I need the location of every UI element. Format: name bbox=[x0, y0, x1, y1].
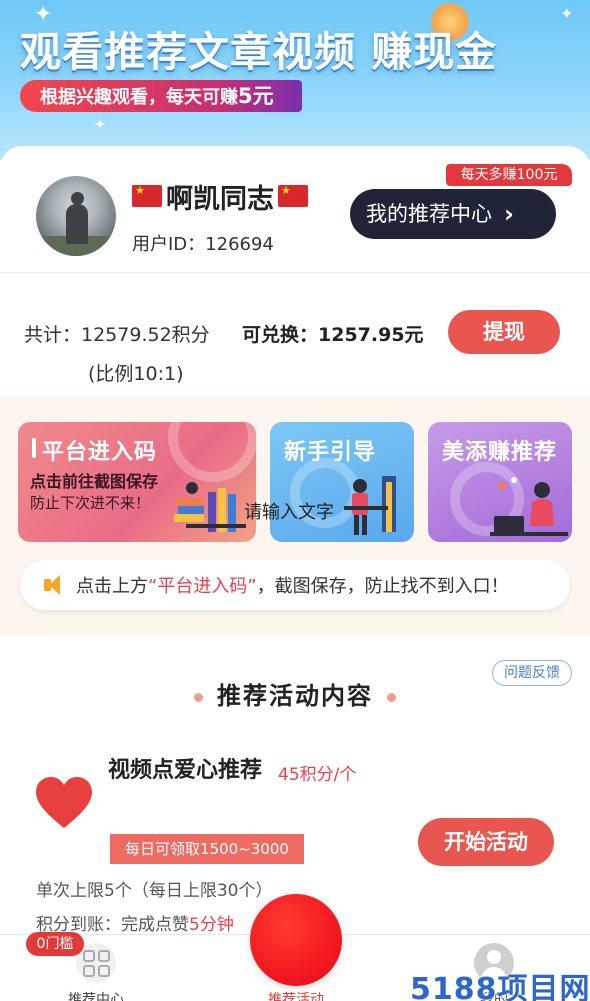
notice-highlight: “平台进入码” bbox=[148, 576, 257, 597]
platform-code-tile[interactable]: 平台进入码 点击前往截图保存 防止下次进不来！ bbox=[18, 422, 256, 542]
withdraw-button[interactable]: 提现 bbox=[448, 310, 560, 354]
banner-subtitle-text: 根据兴趣观看，每天可赚 bbox=[40, 87, 238, 108]
sparkle-icon: ✦ bbox=[94, 117, 106, 133]
banner-title: 观看推荐文章视频 赚现金 bbox=[20, 28, 498, 76]
user-card: 啊凯同志 用户ID：126694 每天多赚100元 我的推荐中心 › 共计：12… bbox=[0, 146, 590, 396]
chevron-right-icon: › bbox=[504, 200, 514, 228]
reading-person-illustration bbox=[344, 476, 396, 535]
avatar[interactable] bbox=[36, 176, 116, 256]
section-title-text: 推荐活动内容 bbox=[217, 682, 373, 710]
user-name: 啊凯同志 bbox=[166, 183, 274, 215]
exchange-amount: 可兑换：1257.95元 bbox=[242, 324, 424, 346]
banner-subtitle-amount: 5元 bbox=[238, 84, 274, 108]
nav-label: 推荐活动 bbox=[268, 992, 324, 1001]
start-activity-button[interactable]: 开始活动 bbox=[418, 818, 554, 866]
dot-icon bbox=[387, 692, 396, 702]
recommend-center-button[interactable]: 我的推荐中心 › bbox=[350, 189, 556, 239]
limit-text: 单次上限5个（每日上限30个） bbox=[36, 881, 273, 901]
platform-code-line1: 点击前往截图保存 bbox=[30, 472, 159, 491]
top-banner: ✦ ✦ ✦ 观看推荐文章视频 赚现金 根据兴趣观看，每天可赚5元 bbox=[0, 0, 590, 160]
title-bar-marker bbox=[32, 438, 36, 458]
input-placeholder-text: 请输入文字 bbox=[244, 502, 334, 523]
activity-points: 45积分/个 bbox=[278, 765, 357, 785]
beginner-guide-title: 新手引导 bbox=[284, 440, 377, 465]
threshold-tag: 0门槛 bbox=[26, 932, 84, 956]
user-id: 用户ID：126694 bbox=[132, 234, 274, 255]
divider bbox=[0, 272, 590, 273]
books-illustration bbox=[174, 482, 246, 532]
daily-limit-pill: 每日可领取1500~3000 bbox=[110, 834, 304, 864]
platform-code-title: 平台进入码 bbox=[42, 440, 158, 465]
speaker-icon bbox=[42, 574, 64, 596]
notice-text-suffix: ，截图保存，防止找不到入口！ bbox=[256, 576, 509, 597]
recommend-tile[interactable]: 美添赚推荐 bbox=[428, 422, 572, 542]
notice-text-prefix: 点击上方 bbox=[76, 576, 148, 597]
recommend-center-label: 我的推荐中心 bbox=[366, 202, 492, 226]
notice-text: 点击上方“平台进入码”，截图保存，防止找不到入口！ bbox=[76, 572, 509, 598]
platform-code-line2: 防止下次进不来！ bbox=[30, 494, 151, 512]
banner-subtitle: 根据兴趣观看，每天可赚5元 bbox=[20, 80, 302, 112]
flag-icon bbox=[132, 185, 162, 207]
points-total: 共计：12579.52积分 bbox=[24, 324, 210, 346]
recommend-tile-title: 美添赚推荐 bbox=[442, 440, 558, 465]
earn-badge: 每天多赚100元 bbox=[446, 164, 572, 186]
points-ratio: (比例10:1) bbox=[88, 363, 184, 385]
entry-area: 平台进入码 点击前往截图保存 防止下次进不来！ 新手引导 美添赚推荐 请输入文字… bbox=[0, 396, 590, 636]
activity-section: 问题反馈 推荐活动内容 视频点爱心推荐 45积分/个 每日可领取1500~300… bbox=[0, 636, 590, 936]
circle-decoration bbox=[168, 422, 256, 482]
points-arrival-highlight: 5分钟 bbox=[189, 915, 234, 935]
dot-icon bbox=[194, 692, 203, 702]
watermark: 5188项目网 bbox=[410, 972, 590, 1001]
laptop-person-illustration bbox=[490, 477, 568, 536]
center-activity-button[interactable] bbox=[250, 894, 342, 986]
section-title: 推荐活动内容 bbox=[0, 676, 590, 711]
nav-label: 推荐中心 bbox=[68, 992, 124, 1001]
flag-icon bbox=[278, 185, 308, 207]
beginner-guide-tile[interactable]: 新手引导 bbox=[270, 422, 414, 542]
user-name-row: 啊凯同志 bbox=[132, 178, 308, 215]
heart-icon bbox=[36, 777, 92, 828]
avatar-figure-body bbox=[66, 204, 88, 244]
notice-bar: 点击上方“平台进入码”，截图保存，防止找不到入口！ bbox=[20, 560, 570, 610]
activity-title: 视频点爱心推荐 bbox=[108, 758, 263, 783]
